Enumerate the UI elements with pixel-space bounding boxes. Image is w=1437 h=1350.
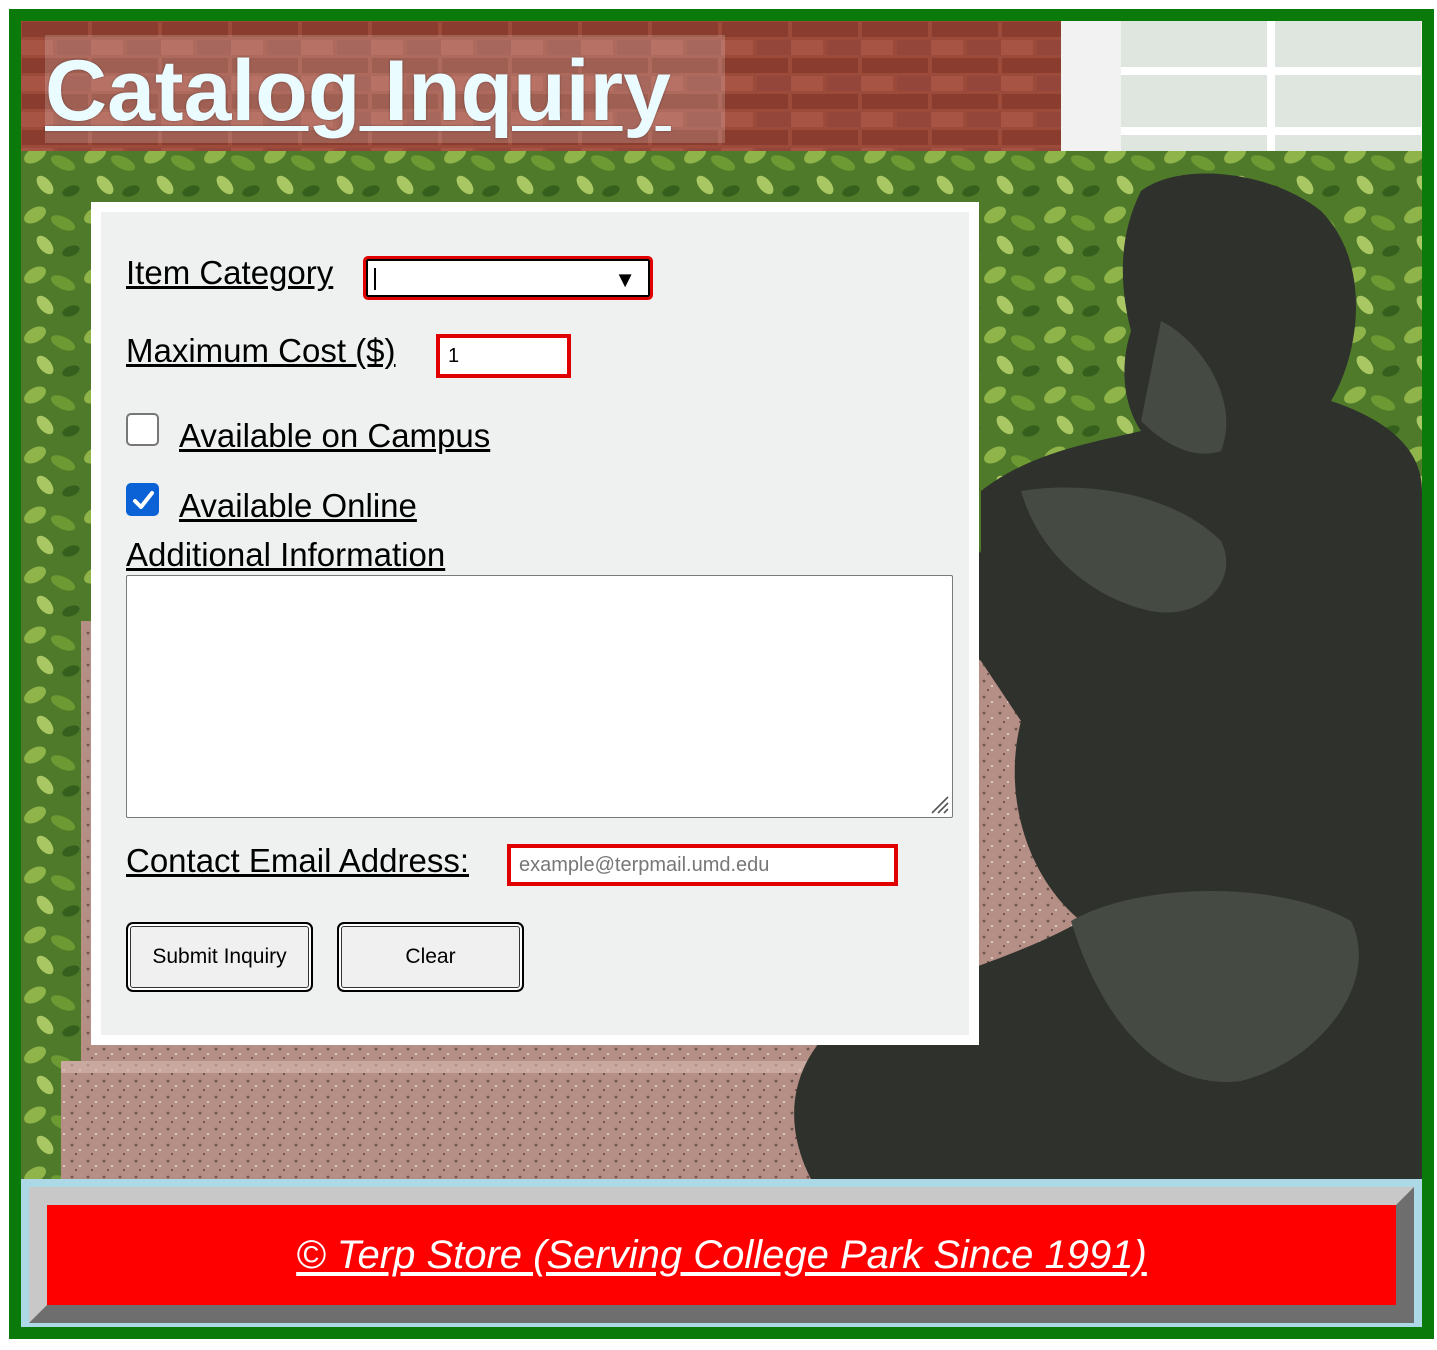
form-body: Item Category ▼ Maximum Cost ($) Availab… <box>101 212 969 1035</box>
available-online-checkbox[interactable] <box>126 483 159 516</box>
inquiry-form: Item Category ▼ Maximum Cost ($) Availab… <box>91 202 979 1045</box>
triangle-down-icon: ▼ <box>614 267 636 292</box>
max-cost-label: Maximum Cost ($) <box>126 332 396 369</box>
resize-grip-icon[interactable] <box>928 793 950 815</box>
item-category-label: Item Category <box>126 254 334 291</box>
footer-banner: © Terp Store (Serving College Park Since… <box>47 1205 1396 1305</box>
item-category-select[interactable]: ▼ <box>363 256 653 300</box>
text-cursor <box>374 268 376 290</box>
page-frame: Catalog Inquiry Item Category ▼ Maximum … <box>9 9 1434 1339</box>
email-input[interactable] <box>507 844 898 886</box>
max-cost-input[interactable] <box>436 334 571 378</box>
available-campus-label: Available on Campus <box>179 417 491 454</box>
page-title-banner: Catalog Inquiry <box>45 35 725 143</box>
page-title: Catalog Inquiry <box>45 43 671 139</box>
additional-info-textarea[interactable] <box>126 575 953 818</box>
submit-inquiry-button[interactable]: Submit Inquiry <box>126 922 313 992</box>
email-label: Contact Email Address: <box>126 842 469 879</box>
footer: © Terp Store (Serving College Park Since… <box>21 1179 1422 1327</box>
checkmark-icon <box>133 491 154 509</box>
additional-info-label: Additional Information <box>126 536 446 573</box>
available-campus-checkbox[interactable] <box>126 413 159 446</box>
available-online-label: Available Online <box>179 487 417 524</box>
clear-button[interactable]: Clear <box>337 922 524 992</box>
footer-bevel: © Terp Store (Serving College Park Since… <box>29 1187 1414 1323</box>
footer-copyright-link[interactable]: © Terp Store (Serving College Park Since… <box>296 1233 1147 1278</box>
